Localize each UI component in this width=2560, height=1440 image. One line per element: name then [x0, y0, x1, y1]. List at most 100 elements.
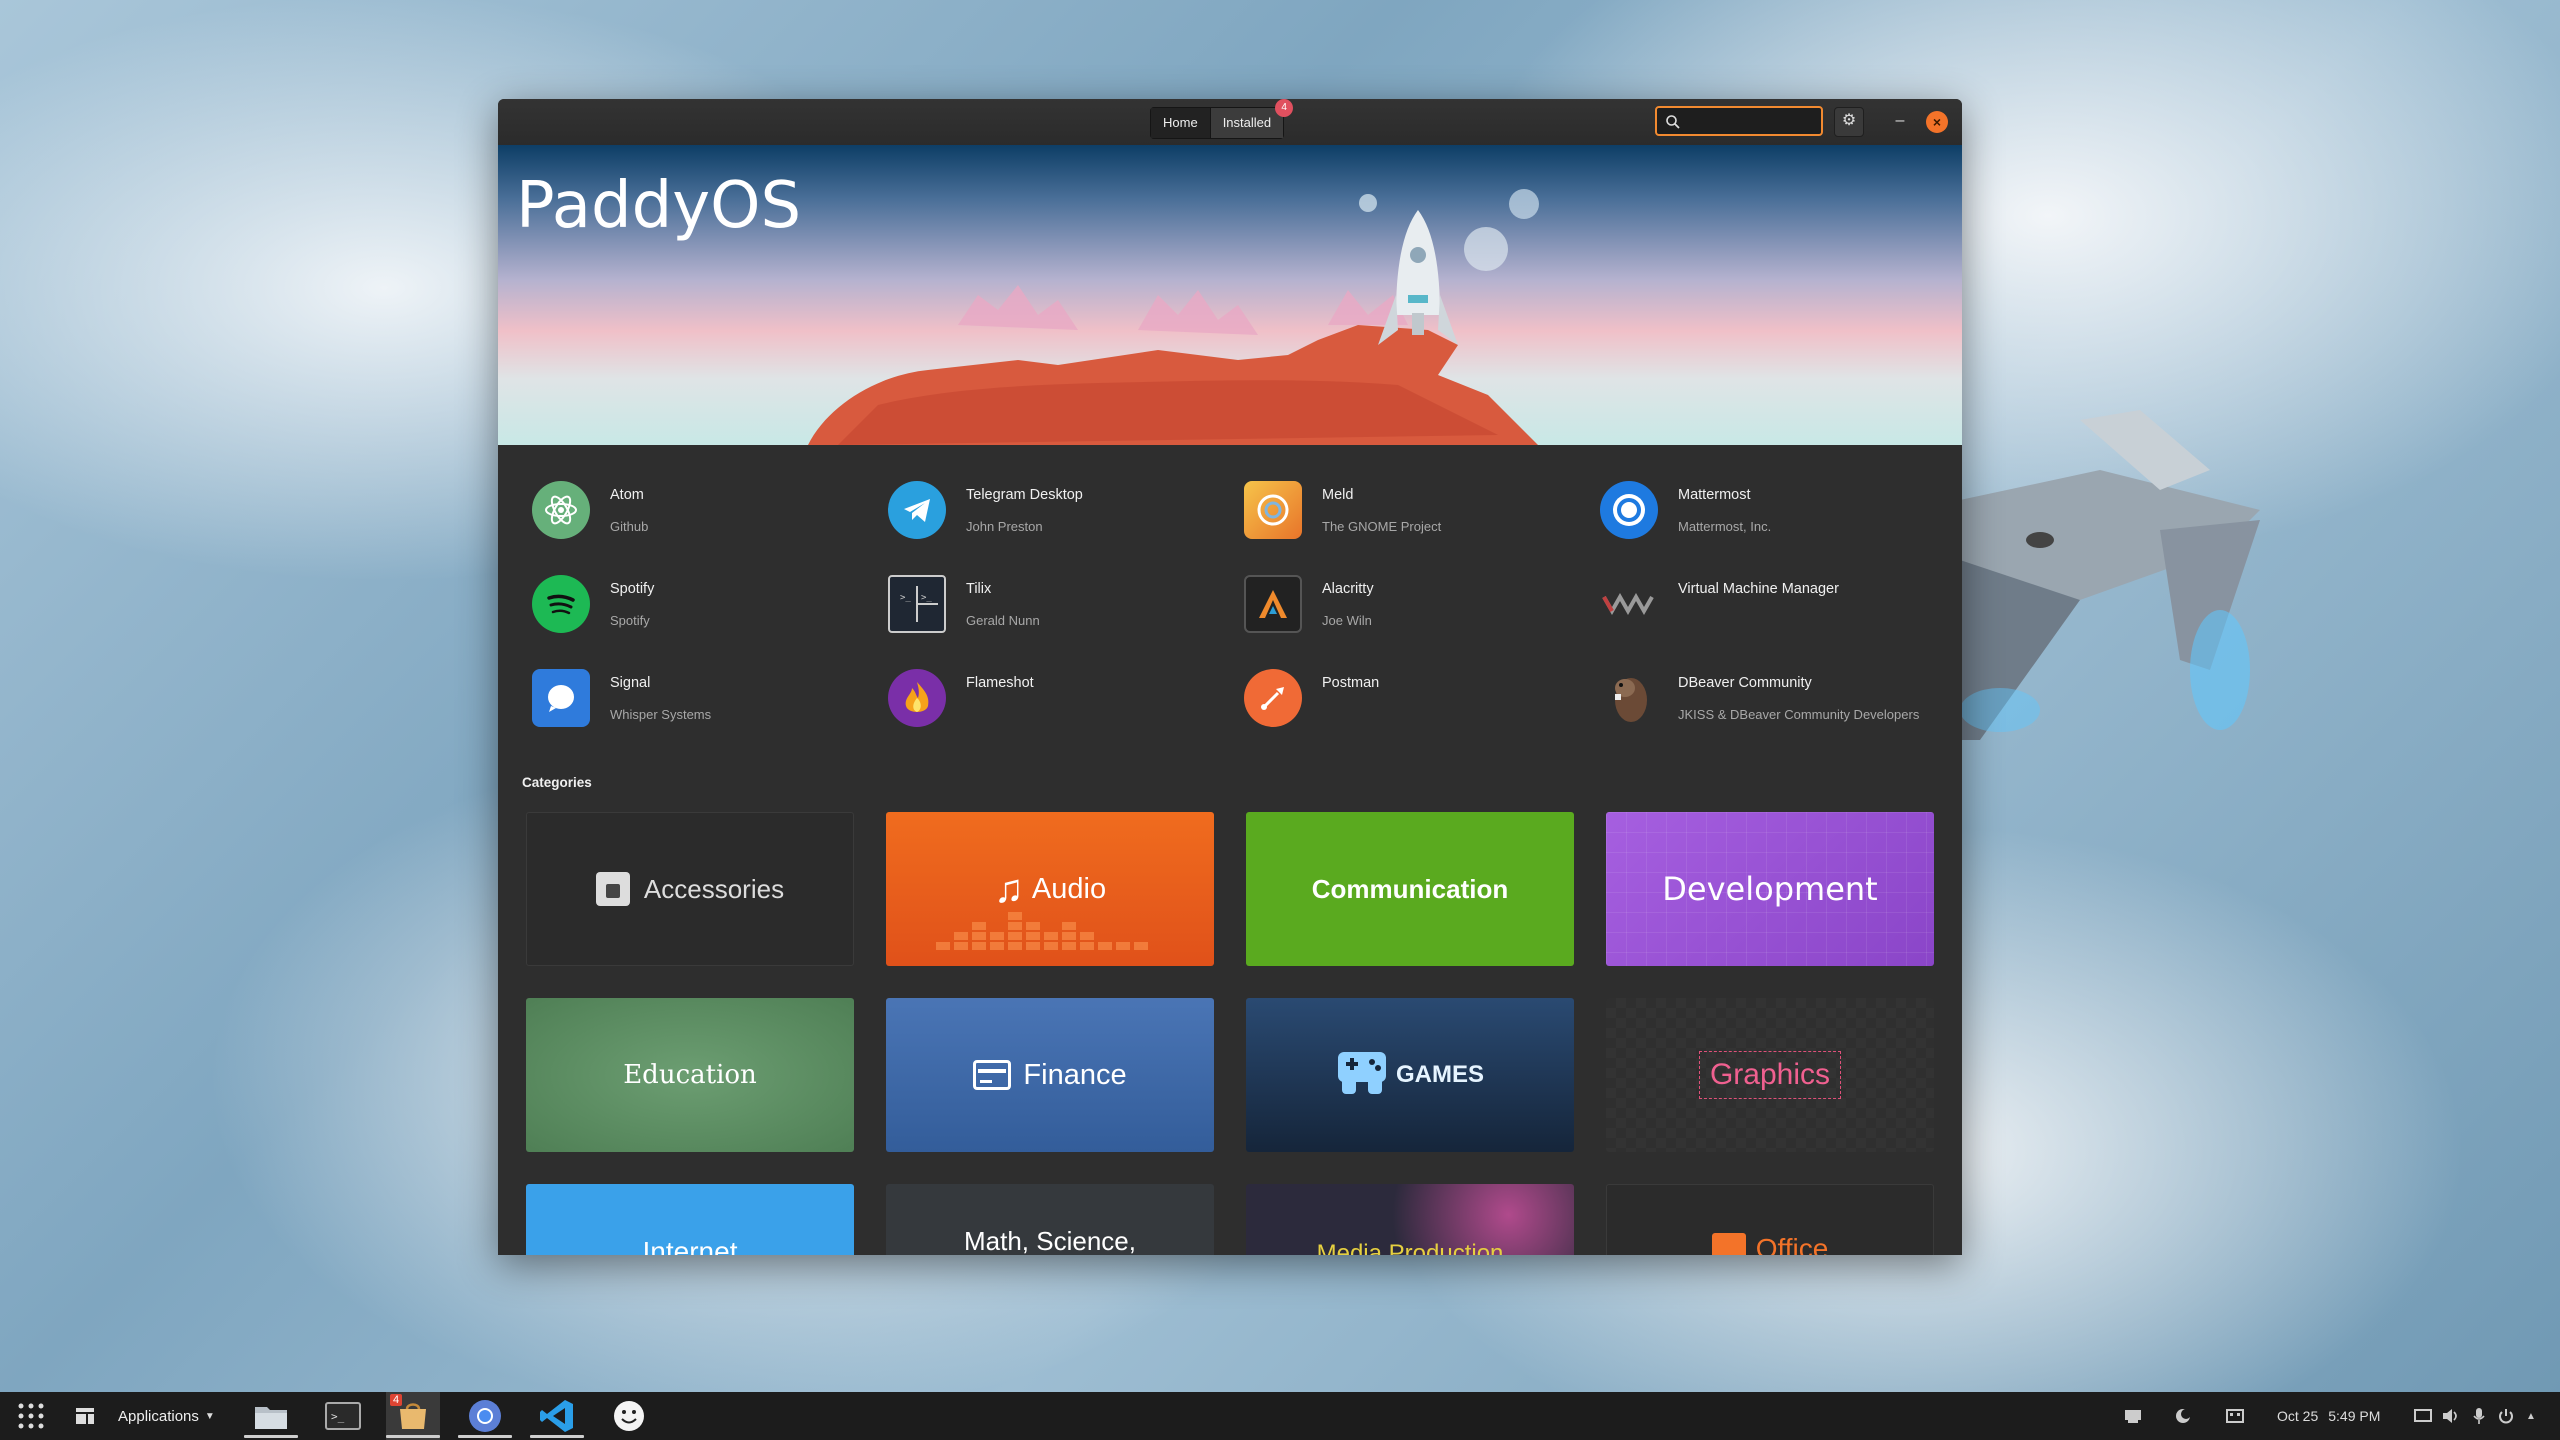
files-icon — [255, 1407, 287, 1429]
app-card-postman[interactable]: Postman — [1244, 669, 1574, 739]
app-name: Signal — [610, 675, 651, 691]
tab-installed-label: Installed — [1222, 115, 1272, 130]
category-label: Audio — [1031, 872, 1107, 905]
app-developer: Gerald Nunn — [966, 613, 1040, 628]
app-card-virt-manager[interactable]: Virtual Machine Manager — [1600, 575, 1930, 645]
dock-emoji-app[interactable] — [602, 1392, 656, 1440]
tray-expand[interactable]: ▲ — [2526, 1392, 2536, 1440]
category-graphics[interactable]: Graphics — [1606, 998, 1934, 1152]
tab-home[interactable]: Home — [1151, 108, 1210, 138]
app-card-meld[interactable]: Meld The GNOME Project — [1244, 481, 1574, 551]
alacritty-icon — [1244, 575, 1302, 633]
category-office[interactable]: Office — [1606, 1184, 1934, 1255]
tray-microphone[interactable] — [2472, 1392, 2486, 1440]
microphone-icon — [2473, 1408, 2485, 1424]
category-label: Internet — [642, 1236, 738, 1255]
app-name: Alacritty — [1322, 581, 1374, 597]
chevron-up-icon: ▲ — [2526, 1410, 2536, 1422]
updates-badge: 4 — [1275, 99, 1294, 117]
clock[interactable]: Oct 25 5:49 PM — [2277, 1392, 2380, 1440]
tray-notifications[interactable] — [2124, 1392, 2142, 1440]
tray-power[interactable] — [2498, 1392, 2514, 1440]
updates-count-badge: 4 — [390, 1394, 403, 1406]
app-developer: Spotify — [610, 613, 650, 628]
category-development[interactable]: Development — [1606, 812, 1934, 966]
category-label: Accessories — [643, 873, 785, 904]
banner: PaddyOS — [498, 145, 1962, 445]
app-developer: Joe Wiln — [1322, 613, 1372, 628]
power-icon — [2499, 1409, 2513, 1424]
vmm-icon — [1600, 575, 1658, 633]
tray-display[interactable] — [2414, 1392, 2432, 1440]
meld-icon — [1244, 481, 1302, 539]
dock-terminal[interactable]: >_ — [316, 1392, 370, 1440]
category-audio[interactable]: ♫ Audio — [886, 812, 1214, 966]
night-light-icon — [2176, 1409, 2191, 1423]
app-card-flameshot[interactable]: Flameshot — [888, 669, 1218, 739]
app-card-signal[interactable]: Signal Whisper Systems — [532, 669, 862, 739]
tray-volume[interactable] — [2442, 1392, 2460, 1440]
app-name: Atom — [610, 487, 644, 503]
main-content: Atom Github Telegram Desktop John Presto… — [498, 445, 1962, 1255]
app-developer: Mattermost, Inc. — [1678, 519, 1772, 534]
dock-vscode[interactable] — [530, 1392, 584, 1440]
minimize-button[interactable]: – — [1888, 109, 1912, 133]
postman-icon — [1244, 669, 1302, 727]
app-name: Postman — [1322, 675, 1380, 691]
category-label: Graphics — [1709, 1058, 1831, 1091]
app-developer: Github — [610, 519, 649, 534]
category-education[interactable]: Education — [526, 998, 854, 1152]
close-button[interactable]: × — [1926, 111, 1948, 133]
app-developer: John Preston — [966, 519, 1043, 534]
chromium-icon — [469, 1400, 501, 1432]
spotify-icon — [532, 575, 590, 633]
tray-keyboard[interactable] — [2226, 1392, 2244, 1440]
chevron-down-icon: ▼ — [204, 1410, 215, 1422]
category-label: Office — [1755, 1233, 1829, 1255]
category-label: Finance — [1023, 1058, 1127, 1091]
office-icon — [1711, 1233, 1746, 1255]
app-card-tilix[interactable]: >_ >_ Tilix Gerald Nunn — [888, 575, 1218, 645]
taskbar: Applications ▼ >_ 4 Oct 25 5:49 PM ▲ — [0, 1392, 2560, 1440]
mattermost-icon — [1600, 481, 1658, 539]
category-label: Media Production — [1316, 1240, 1504, 1255]
category-accessories[interactable]: Accessories — [526, 812, 854, 966]
category-media-production[interactable]: Media Production — [1246, 1184, 1574, 1255]
running-indicator — [386, 1435, 440, 1438]
app-card-dbeaver[interactable]: DBeaver Community JKISS & DBeaver Commun… — [1600, 669, 1930, 739]
category-communication[interactable]: Communication — [1246, 812, 1574, 966]
app-developer: Whisper Systems — [610, 707, 712, 722]
category-games[interactable]: GAMES — [1246, 998, 1574, 1152]
headerbar: Home Installed 4 ⚙ – × — [498, 99, 1962, 146]
app-card-alacritty[interactable]: Alacritty Joe Wiln — [1244, 575, 1574, 645]
app-grid-button[interactable] — [16, 1392, 46, 1440]
workspaces-button[interactable] — [74, 1392, 96, 1440]
categories-heading: Categories — [522, 775, 592, 790]
tray-bluetooth[interactable] — [2174, 1392, 2192, 1440]
search-field[interactable] — [1655, 106, 1823, 136]
search-input[interactable] — [1685, 111, 1819, 133]
dock-app-center[interactable]: 4 — [386, 1392, 440, 1440]
tilix-icon: >_ >_ — [888, 575, 946, 633]
category-math-science[interactable]: Math, Science, — [886, 1184, 1214, 1255]
app-center-window: Home Installed 4 ⚙ – × PaddyOS Atom Gith… — [498, 99, 1962, 1255]
settings-button[interactable]: ⚙ — [1834, 107, 1864, 137]
applications-menu[interactable]: Applications ▼ — [118, 1392, 215, 1440]
date-label: Oct 25 — [2277, 1408, 2319, 1424]
app-card-telegram[interactable]: Telegram Desktop John Preston — [888, 481, 1218, 551]
graphics-selection-box: Graphics — [1698, 1051, 1842, 1099]
category-internet[interactable]: Internet — [526, 1184, 854, 1255]
dock-browser[interactable] — [458, 1392, 512, 1440]
category-label: Development — [1662, 870, 1878, 908]
dock-files[interactable] — [244, 1392, 298, 1440]
gamepad-icon — [1336, 1050, 1388, 1101]
tab-installed[interactable]: Installed 4 — [1209, 99, 1294, 138]
app-developer: JKISS & DBeaver Community Developers — [1678, 707, 1920, 722]
app-card-atom[interactable]: Atom Github — [532, 481, 862, 551]
search-icon — [1666, 115, 1680, 129]
app-card-mattermost[interactable]: Mattermost Mattermost, Inc. — [1600, 481, 1930, 551]
app-grid-icon — [18, 1403, 44, 1429]
view-switcher: Home Installed 4 — [1150, 99, 1294, 139]
app-card-spotify[interactable]: Spotify Spotify — [532, 575, 862, 645]
category-finance[interactable]: Finance — [886, 998, 1214, 1152]
